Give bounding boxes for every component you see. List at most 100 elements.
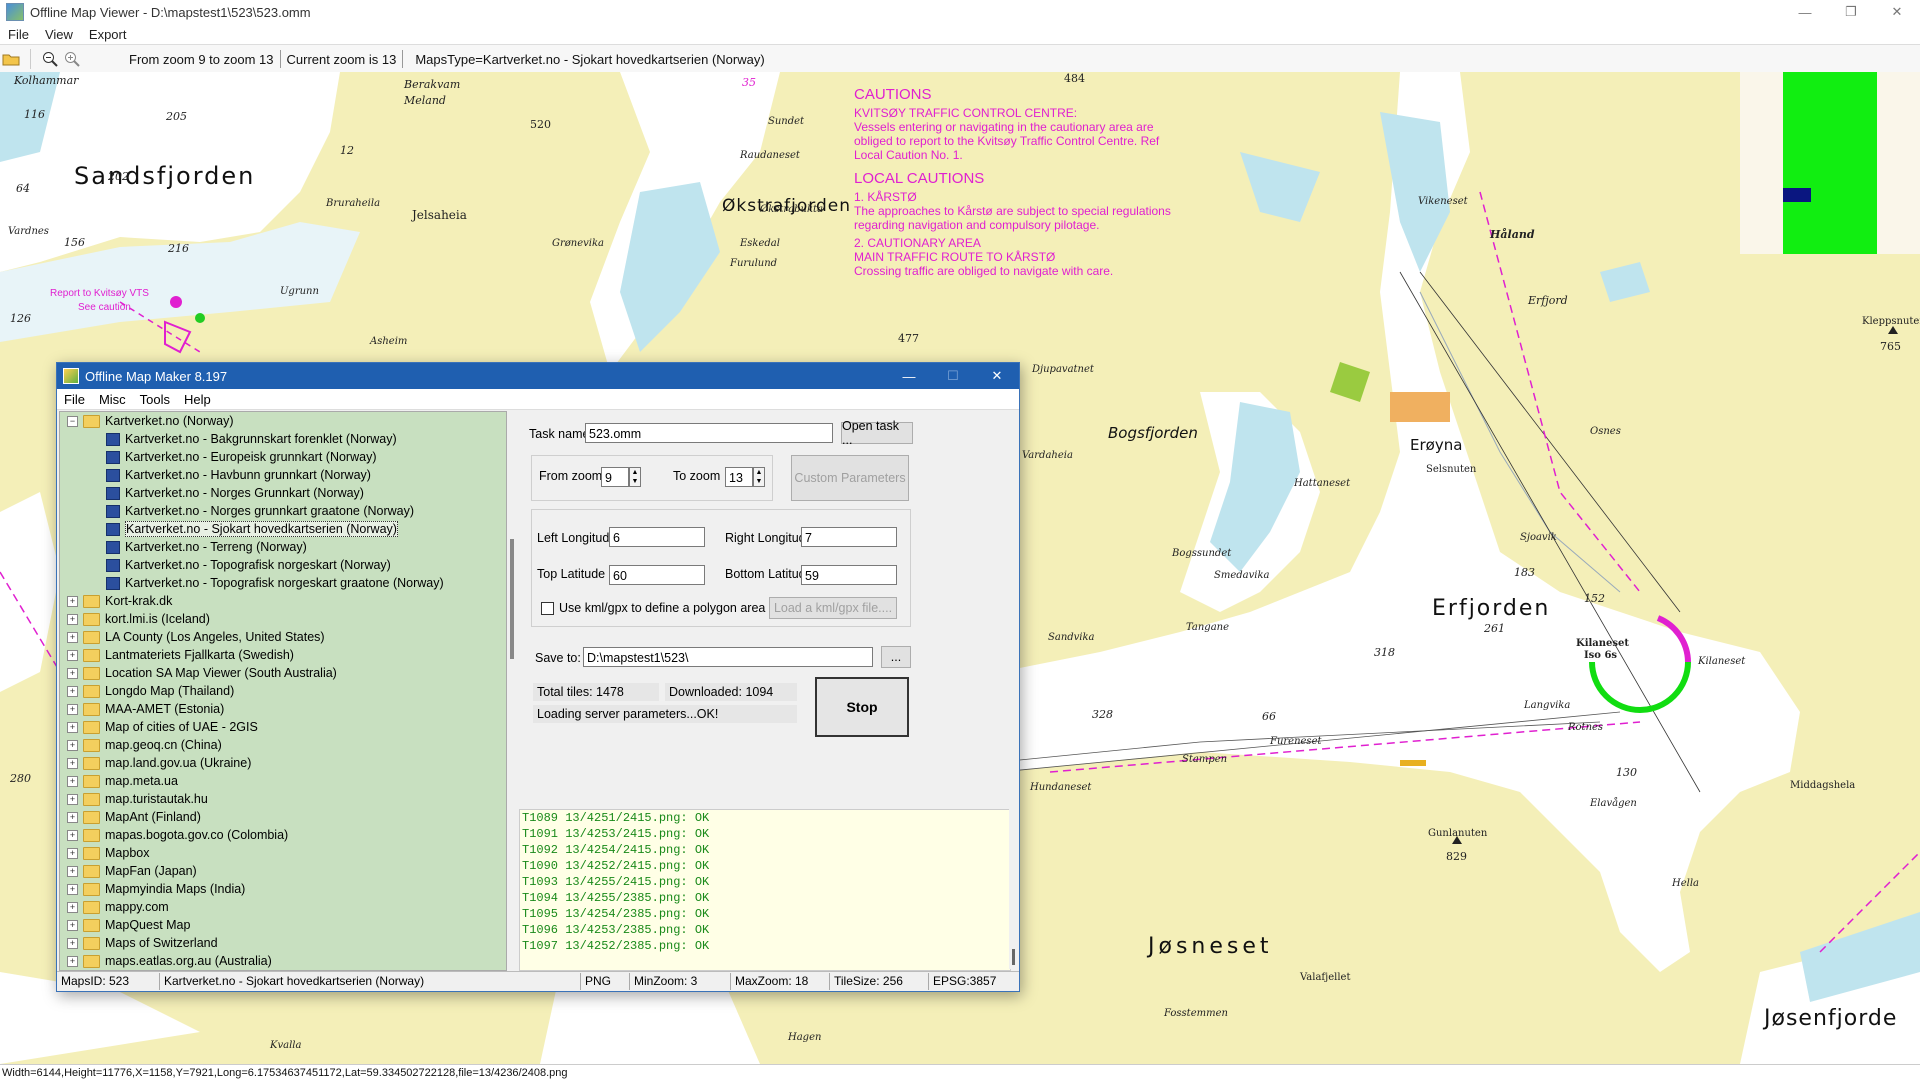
expand-icon[interactable]: + [67, 937, 78, 949]
dialog-maximize-button[interactable]: ☐ [931, 363, 975, 389]
tree-item-folder[interactable]: + MapQuest Map [60, 916, 506, 934]
open-folder-icon[interactable] [0, 48, 22, 70]
expand-icon[interactable]: + [67, 829, 78, 841]
map-source-tree[interactable]: − Kartverket.no (Norway) Kartverket.no -… [59, 411, 507, 971]
tree-item-folder[interactable]: + map.geoq.cn (China) [60, 736, 506, 754]
minimize-button[interactable]: — [1782, 0, 1828, 24]
expand-icon[interactable]: + [67, 631, 78, 643]
expand-icon[interactable]: + [67, 595, 78, 607]
tree-item-folder[interactable]: + kort.lmi.is (Iceland) [60, 610, 506, 628]
map-label: Asheim [370, 336, 408, 347]
tree-item-label: Kartverket.no - Norges Grunnkart (Norway… [125, 486, 364, 500]
expand-icon[interactable]: + [67, 775, 78, 787]
tree-item-map[interactable]: Kartverket.no - Topografisk norgeskart (… [60, 556, 506, 574]
expand-icon[interactable]: + [67, 721, 78, 733]
zoom-in-icon[interactable] [61, 48, 83, 70]
tree-item-map[interactable]: Kartverket.no - Topografisk norgeskart g… [60, 574, 506, 592]
tree-item-folder[interactable]: + map.meta.ua [60, 772, 506, 790]
top-latitude-input[interactable]: 60 [609, 565, 705, 585]
depth-sounding: 12 [340, 144, 354, 157]
tree-item-folder[interactable]: + LA County (Los Angeles, United States) [60, 628, 506, 646]
tree-item-folder[interactable]: + maps.eatlas.org.au (Australia) [60, 952, 506, 970]
kml-checkbox[interactable] [541, 602, 554, 615]
expand-icon[interactable]: + [67, 685, 78, 697]
from-zoom-spinner[interactable]: ▲ ▼ [629, 467, 641, 487]
log-scrollbar[interactable] [1009, 809, 1019, 969]
save-to-input[interactable]: D:\mapstest1\523\ [583, 647, 873, 667]
expand-icon[interactable]: + [67, 757, 78, 769]
menu-view[interactable]: View [37, 27, 81, 42]
tree-item-folder[interactable]: + Lantmateriets Fjallkarta (Swedish) [60, 646, 506, 664]
tree-item-map[interactable]: Kartverket.no - Norges Grunnkart (Norway… [60, 484, 506, 502]
tree-item-folder[interactable]: + Maps of Switzerland [60, 934, 506, 952]
menu-export[interactable]: Export [81, 27, 135, 42]
tree-item-map[interactable]: Kartverket.no - Europeisk grunnkart (Nor… [60, 448, 506, 466]
dialog-menu-tools[interactable]: Tools [133, 392, 177, 407]
expand-icon[interactable]: + [67, 613, 78, 625]
tree-item-root[interactable]: − Kartverket.no (Norway) [60, 412, 506, 430]
load-kml-button[interactable]: Load a kml/gpx file.... [769, 597, 897, 619]
custom-parameters-button[interactable]: Custom Parameters [791, 455, 909, 501]
close-button[interactable]: ✕ [1874, 0, 1920, 24]
tree-item-folder[interactable]: + Mapbox [60, 844, 506, 862]
tree-item-label: Kartverket.no - Europeisk grunnkart (Nor… [125, 450, 377, 464]
expand-icon[interactable]: + [67, 739, 78, 751]
tree-item-folder[interactable]: + map.turistautak.hu [60, 790, 506, 808]
dialog-menu-file[interactable]: File [57, 392, 92, 407]
left-longitude-input[interactable]: 6 [609, 527, 705, 547]
tree-item-folder[interactable]: + mappy.com [60, 898, 506, 916]
tree-item-map[interactable]: Kartverket.no - Norges grunnkart graaton… [60, 502, 506, 520]
tree-item-label: Kartverket.no - Norges grunnkart graaton… [125, 504, 415, 518]
expand-icon[interactable]: + [67, 793, 78, 805]
dialog-minimize-button[interactable]: — [887, 363, 931, 389]
collapse-icon[interactable]: − [67, 415, 78, 427]
tree-item-folder[interactable]: + Longdo Map (Thailand) [60, 682, 506, 700]
expand-icon[interactable]: + [67, 847, 78, 859]
from-zoom-input[interactable]: 9 [601, 467, 629, 487]
open-task-button[interactable]: Open task ... [841, 419, 913, 447]
overview-minimap[interactable] [1740, 72, 1920, 254]
bottom-latitude-input[interactable]: 59 [801, 565, 897, 585]
expand-icon[interactable]: + [67, 919, 78, 931]
tree-item-folder[interactable]: + MapFan (Japan) [60, 862, 506, 880]
task-name-input[interactable]: 523.omm [585, 423, 833, 443]
dialog-menu-help[interactable]: Help [177, 392, 218, 407]
dialog-close-button[interactable]: ✕ [975, 363, 1019, 389]
tree-item-map[interactable]: Kartverket.no - Bakgrunnskart forenklet … [60, 430, 506, 448]
expand-icon[interactable]: + [67, 955, 78, 967]
toolbar-separator [30, 49, 31, 69]
expand-icon[interactable]: + [67, 865, 78, 877]
tree-item-folder[interactable]: + Kort-krak.dk [60, 592, 506, 610]
tree-item-folder[interactable]: + Mapmyindia Maps (India) [60, 880, 506, 898]
tree-item-folder[interactable]: + Map of cities of UAE - 2GIS [60, 718, 506, 736]
tree-item-map[interactable]: Kartverket.no - Terreng (Norway) [60, 538, 506, 556]
tree-item-folder[interactable]: + mapas.bogota.gov.co (Colombia) [60, 826, 506, 844]
expand-icon[interactable]: + [67, 703, 78, 715]
tree-item-folder[interactable]: + Location SA Map Viewer (South Australia… [60, 664, 506, 682]
scrollbar-thumb[interactable] [510, 539, 514, 659]
to-zoom-spinner[interactable]: ▲ ▼ [753, 467, 765, 487]
maximize-button[interactable]: ❐ [1828, 0, 1874, 24]
expand-icon[interactable]: + [67, 901, 78, 913]
expand-icon[interactable]: + [67, 883, 78, 895]
minimap-viewport[interactable] [1783, 188, 1811, 202]
right-longitude-input[interactable]: 7 [801, 527, 897, 547]
map-label: Raudaneset [740, 150, 800, 161]
tree-item-folder[interactable]: + MAA-AMET (Estonia) [60, 700, 506, 718]
dialog-menu-misc[interactable]: Misc [92, 392, 133, 407]
browse-button[interactable]: ... [881, 646, 911, 668]
expand-icon[interactable]: + [67, 649, 78, 661]
stop-button[interactable]: Stop [815, 677, 909, 737]
tree-scrollbar[interactable] [507, 411, 519, 969]
tree-item-folder[interactable]: + map.land.gov.ua (Ukraine) [60, 754, 506, 772]
tree-item-map[interactable]: Kartverket.no - Havbunn grunnkart (Norwa… [60, 466, 506, 484]
expand-icon[interactable]: + [67, 667, 78, 679]
expand-icon[interactable]: + [67, 811, 78, 823]
to-zoom-input[interactable]: 13 [725, 467, 753, 487]
tree-item-folder[interactable]: + MapAnt (Finland) [60, 808, 506, 826]
left-longitude-label: Left Longitude [537, 531, 617, 545]
menu-file[interactable]: File [0, 27, 37, 42]
tree-item-map[interactable]: Kartverket.no - Sjokart hovedkartserien … [60, 520, 506, 538]
scrollbar-thumb[interactable] [1012, 949, 1015, 965]
zoom-out-icon[interactable] [39, 48, 61, 70]
